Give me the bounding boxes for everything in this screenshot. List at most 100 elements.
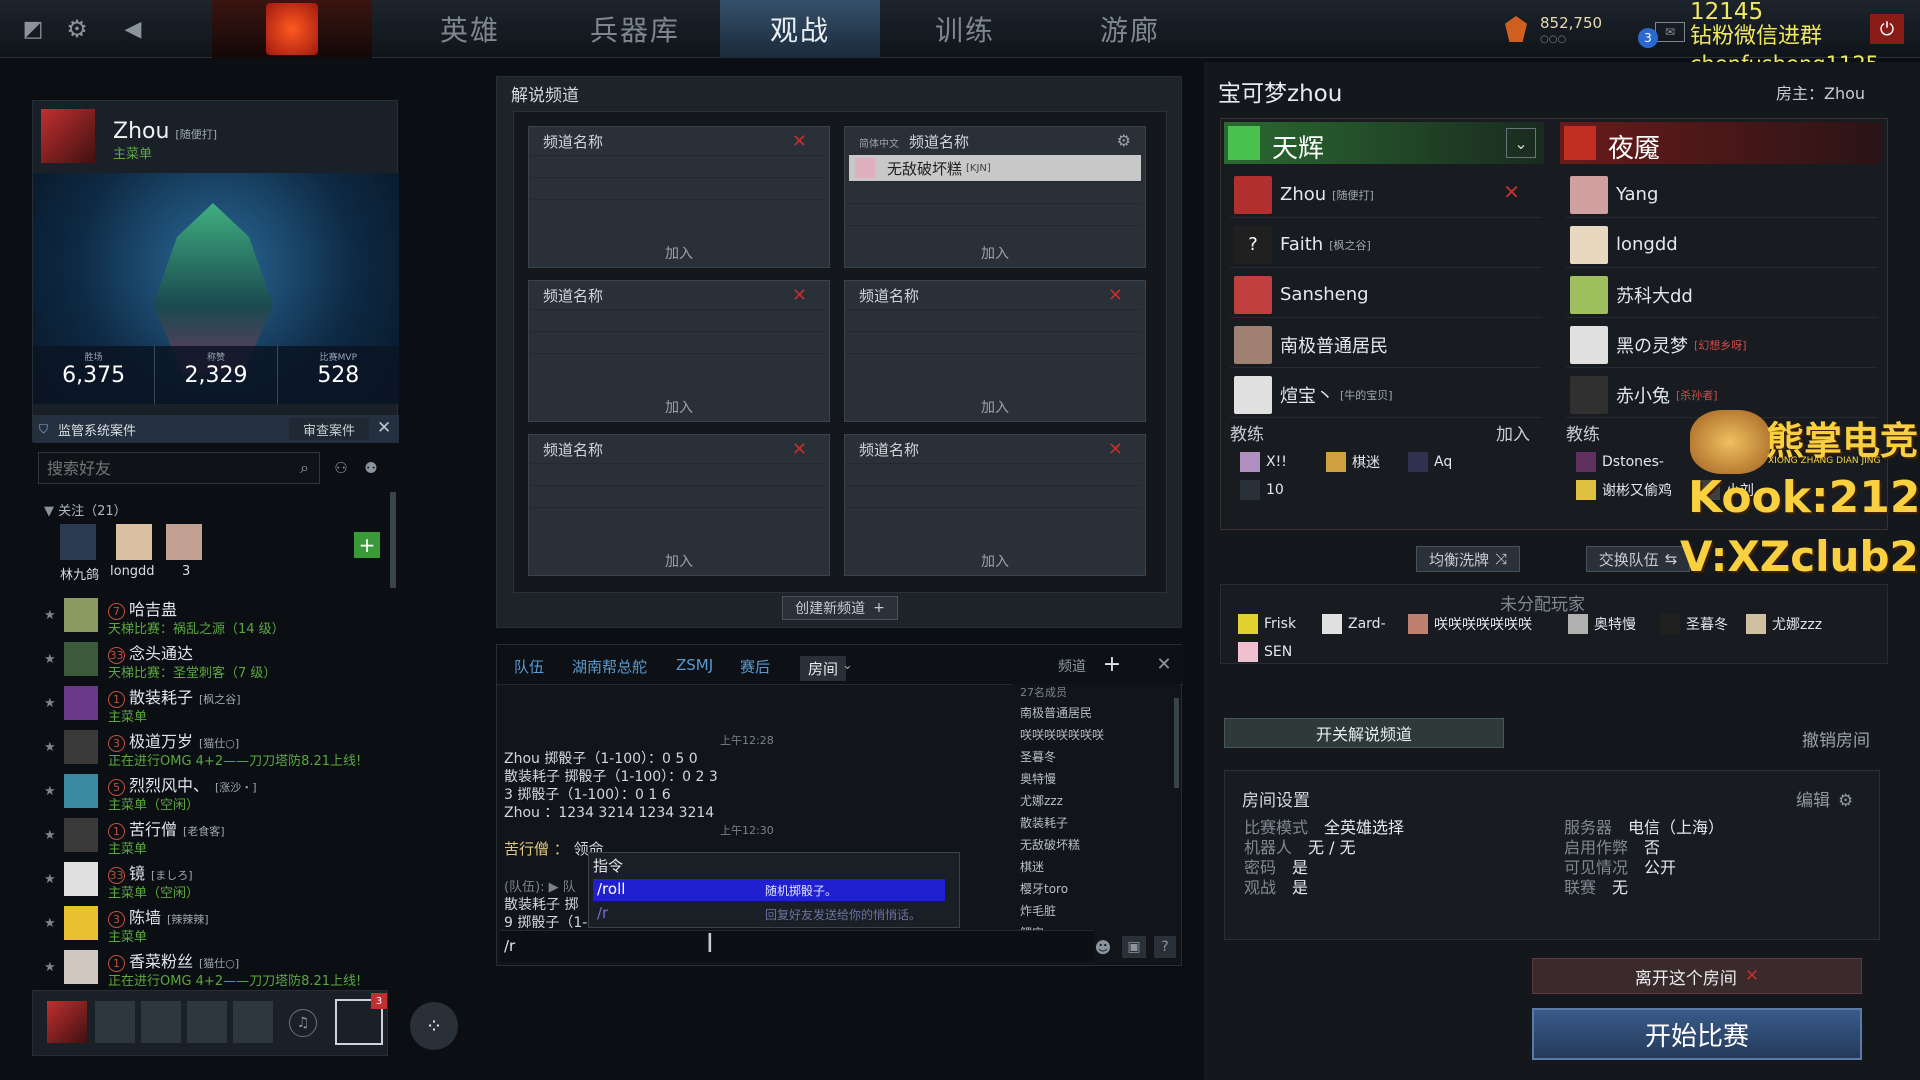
star-icon[interactable]: ★ — [44, 960, 56, 975]
nav-armory[interactable]: 兵器库 — [555, 0, 715, 58]
unassigned-player[interactable]: 咲咲咲咲咲咲咲 — [1408, 612, 1532, 636]
channel-slot[interactable]: 频道名称 ✕ 加入 — [844, 280, 1146, 422]
channel-member-row[interactable]: 无敌破坏糕 [KJN] — [849, 155, 1141, 181]
nav-heroes[interactable]: 英雄 — [395, 0, 545, 58]
chat-member[interactable]: 炸毛脏 — [1020, 902, 1056, 919]
nav-training[interactable]: 训练 — [885, 0, 1045, 58]
dota-logo-icon[interactable]: ◩ — [18, 14, 48, 44]
nav-watch[interactable]: 观战 — [720, 0, 880, 58]
edit-settings-button[interactable]: 编辑 ⚙ — [1796, 786, 1853, 811]
channel-slot[interactable]: 频道名称 ✕ 加入 — [528, 434, 830, 576]
chat-member[interactable]: 奥特慢 — [1020, 770, 1056, 787]
command-reply[interactable]: /r 回复好友发送给你的悄悄话。 — [593, 903, 945, 925]
review-case-button[interactable]: 审查案件 — [289, 418, 369, 440]
gear-icon[interactable]: ⚙ — [62, 14, 92, 44]
remove-channel-icon[interactable]: ✕ — [792, 439, 807, 460]
chevron-down-icon[interactable]: ⌄ — [1506, 128, 1536, 158]
home-logo-button[interactable] — [212, 0, 372, 58]
cancel-room-button[interactable]: 撤销房间 — [1802, 726, 1870, 751]
start-game-button[interactable]: 开始比赛 — [1532, 1008, 1862, 1060]
chat-tab[interactable]: 房间 — [800, 656, 847, 681]
join-channel-button[interactable]: 加入 — [529, 397, 829, 417]
remove-channel-icon[interactable]: ✕ — [1108, 285, 1123, 306]
unassigned-player[interactable]: 奥特慢 — [1568, 612, 1636, 636]
power-icon[interactable]: ⏻ — [1870, 14, 1904, 44]
mail-icon[interactable]: ✉ — [1655, 22, 1685, 42]
chat-tab[interactable]: ZSMJ — [676, 656, 713, 674]
remove-channel-icon[interactable]: ✕ — [792, 131, 807, 152]
gear-icon[interactable]: ⚙ — [1117, 131, 1131, 150]
party-slot-empty[interactable] — [141, 1001, 181, 1043]
radiant-player-slot[interactable]: Zhou [随便打] ✕ — [1230, 172, 1542, 218]
friend-row[interactable]: ★ 33 镜 [ましろ] 主菜单（空闲） — [40, 858, 385, 902]
join-channel-button[interactable]: 加入 — [529, 551, 829, 571]
chat-member[interactable]: 樱牙toro — [1020, 880, 1068, 897]
chat-member[interactable]: 圣暮冬 — [1020, 748, 1056, 765]
radiant-coach[interactable]: 棋迷 — [1326, 450, 1380, 474]
swap-teams-button[interactable]: 交换队伍 ⇆ — [1586, 546, 1690, 572]
join-channel-button[interactable]: 加入 — [845, 243, 1145, 263]
star-icon[interactable]: ★ — [44, 696, 56, 711]
friend-row[interactable]: ★ 1 散装耗子 [枫之谷] 主菜单 — [40, 682, 385, 726]
balance-shuffle-button[interactable]: 均衡洗牌 ⤨ — [1416, 546, 1520, 572]
channel-slot[interactable]: 简体中文 频道名称 ⚙ 无敌破坏糕 [KJN] 加入 — [844, 126, 1146, 268]
friend-row[interactable]: ★ 33 念头通达 天梯比赛：圣堂刺客（7 级） — [40, 638, 385, 682]
follow-chip-avatar[interactable] — [60, 524, 96, 560]
chat-member[interactable]: 棋迷 — [1020, 858, 1044, 875]
scrollbar[interactable] — [390, 492, 396, 588]
chat-input-field[interactable]: /r I — [500, 929, 1094, 962]
chat-tab[interactable]: 湖南帮总舵 — [572, 656, 647, 677]
channel-slot[interactable]: 频道名称 ✕ 加入 — [528, 126, 830, 268]
party-slot-empty[interactable] — [187, 1001, 227, 1043]
radiant-coach[interactable]: X!! — [1240, 450, 1287, 474]
chat-tab[interactable]: 队伍 — [514, 656, 544, 677]
unassigned-player[interactable]: SEN — [1238, 640, 1292, 664]
channel-slot[interactable]: 频道名称 ✕ 加入 — [844, 434, 1146, 576]
chat-member[interactable]: 散装耗子 — [1020, 814, 1068, 831]
star-icon[interactable]: ★ — [44, 740, 56, 755]
add-channel-icon[interactable]: + — [1100, 652, 1124, 677]
join-channel-button[interactable]: 加入 — [845, 397, 1145, 417]
chat-member[interactable]: 尤娜zzz — [1020, 792, 1063, 809]
follow-chip-avatar[interactable] — [166, 524, 202, 560]
dire-coach[interactable]: Dstones- — [1576, 450, 1664, 474]
star-icon[interactable]: ★ — [44, 828, 56, 843]
unassigned-player[interactable]: 尤娜zzz — [1746, 612, 1822, 636]
remove-channel-icon[interactable]: ✕ — [792, 285, 807, 306]
radiant-player-slot[interactable]: 煊宝丶 [牛的宝贝] — [1230, 372, 1542, 418]
dire-player-slot[interactable]: 苏科大dd — [1566, 272, 1878, 318]
chevron-down-icon[interactable]: ⌄ — [842, 658, 853, 673]
star-icon[interactable]: ★ — [44, 652, 56, 667]
friend-row[interactable]: ★ 5 烈烈风中、 [涨沙・] 主菜单（空闲） — [40, 770, 385, 814]
toggle-cast-channel-button[interactable]: 开关解说频道 — [1224, 718, 1504, 748]
party-slot-empty[interactable] — [95, 1001, 135, 1043]
command-roll[interactable]: /roll 随机掷骰子。 — [593, 879, 945, 901]
chat-member[interactable]: 南极普通居民 — [1020, 704, 1092, 721]
friend-row[interactable]: ★ 3 极道万岁 [猫仕○] 正在进行OMG 4+2——刀刀塔防8.21上线! — [40, 726, 385, 770]
close-icon[interactable]: ✕ — [377, 418, 391, 438]
friend-row[interactable]: ★ 3 陈墙 [辣辣辣] 主菜单 — [40, 902, 385, 946]
create-channel-button[interactable]: 创建新频道 + — [782, 596, 898, 620]
back-arrow-icon[interactable]: ◀ — [118, 14, 148, 44]
chat-member[interactable]: 无敌破坏糕 — [1020, 836, 1080, 853]
chat-tab[interactable]: 赛后 — [740, 656, 770, 677]
leave-room-button[interactable]: 离开这个房间 ✕ — [1532, 958, 1862, 994]
star-icon[interactable]: ★ — [44, 784, 56, 799]
add-friend-icon[interactable]: ⚇ — [328, 456, 354, 480]
nav-arcade[interactable]: 游廊 — [1050, 0, 1210, 58]
screenshot-icon[interactable]: ▣ — [1122, 936, 1146, 958]
radiant-player-slot[interactable]: 南极普通居民 — [1230, 322, 1542, 368]
search-icon[interactable]: ⌕ — [300, 458, 309, 478]
headset-icon[interactable]: ♫ — [289, 1009, 317, 1037]
dire-player-slot[interactable]: 黑の灵梦 [幻想乡呀] — [1566, 322, 1878, 368]
chat-member[interactable]: 鲤宝 — [1020, 924, 1044, 930]
dire-player-slot[interactable]: Yang — [1566, 172, 1878, 218]
follow-header[interactable]: ▼ 关注（21） — [44, 500, 127, 519]
follow-chip-avatar[interactable] — [116, 524, 152, 560]
party-slot-self[interactable] — [47, 1001, 87, 1043]
coach-join-button[interactable]: 加入 — [1496, 420, 1530, 445]
radiant-coach[interactable]: Aq — [1408, 450, 1452, 474]
emoji-icon[interactable]: ☻ — [1092, 936, 1114, 958]
unassigned-player[interactable]: Frisk — [1238, 612, 1296, 636]
unassigned-player[interactable]: 圣暮冬 — [1660, 612, 1728, 636]
